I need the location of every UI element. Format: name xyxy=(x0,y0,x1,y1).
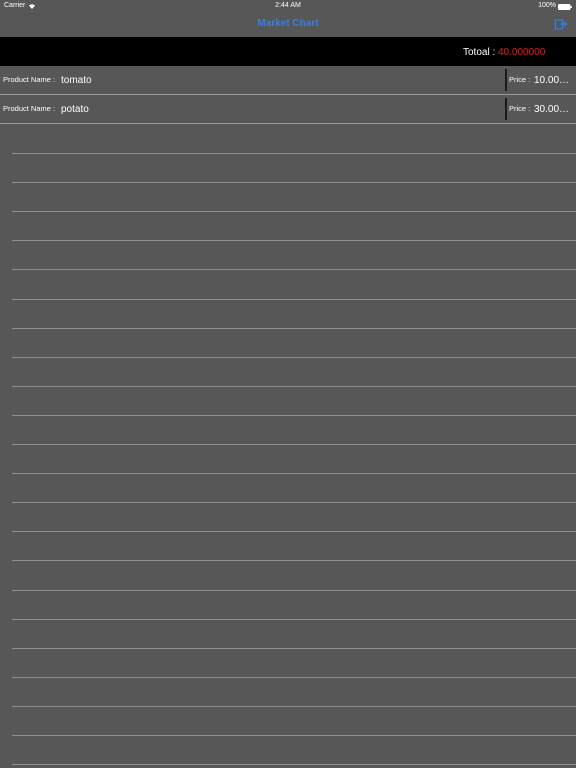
list-separator xyxy=(12,415,576,416)
status-bar: Carrier 2:44 AM 100% xyxy=(0,0,576,12)
price-label: Price : xyxy=(509,104,531,113)
total-bar: Totoal : 40.000000 xyxy=(0,37,576,66)
total-value: 40.000000 xyxy=(498,47,546,58)
status-time: 2:44 AM xyxy=(275,2,301,9)
list-separator xyxy=(12,560,576,561)
price-value: 10.000000 xyxy=(534,75,574,86)
list-separator xyxy=(12,706,576,707)
list-separator xyxy=(12,590,576,591)
row-divider xyxy=(505,69,507,91)
list-separator xyxy=(12,386,576,387)
list-separator xyxy=(12,211,576,212)
battery-icon xyxy=(558,3,572,10)
product-name-label: Product Name : xyxy=(3,75,56,84)
list-separator xyxy=(12,502,576,503)
product-row[interactable]: Product Name : tomato Price : 10.000000 xyxy=(0,66,576,95)
export-button[interactable] xyxy=(554,17,568,31)
list-separator xyxy=(12,473,576,474)
list-separator xyxy=(12,269,576,270)
export-icon xyxy=(554,19,568,30)
list-separator xyxy=(12,182,576,183)
list-separator xyxy=(12,619,576,620)
price-label: Price : xyxy=(509,75,531,84)
list-separator xyxy=(12,328,576,329)
product-row[interactable]: Product Name : potato Price : 30.000000 xyxy=(0,95,576,124)
list-separator xyxy=(12,357,576,358)
battery-percent: 100% xyxy=(538,2,556,9)
list-separator xyxy=(12,153,576,154)
row-divider xyxy=(505,98,507,120)
app-screen: Carrier 2:44 AM 100% Market Chart Totoal… xyxy=(0,0,576,768)
list-separator xyxy=(12,735,576,736)
navigation-bar: Market Chart xyxy=(0,12,576,36)
price-value: 30.000000 xyxy=(534,104,574,115)
list-separator xyxy=(12,677,576,678)
list-separator xyxy=(12,299,576,300)
list-separator xyxy=(12,531,576,532)
nav-title: Market Chart xyxy=(257,18,319,29)
product-name-label: Product Name : xyxy=(3,104,56,113)
list-separator xyxy=(12,764,576,765)
list-separator xyxy=(12,240,576,241)
list-separator xyxy=(12,444,576,445)
product-name-value: tomato xyxy=(61,75,92,86)
product-name-value: potato xyxy=(61,104,89,115)
status-battery: 100% xyxy=(538,0,572,12)
list-separator xyxy=(12,648,576,649)
total-label: Totoal : xyxy=(463,47,496,58)
